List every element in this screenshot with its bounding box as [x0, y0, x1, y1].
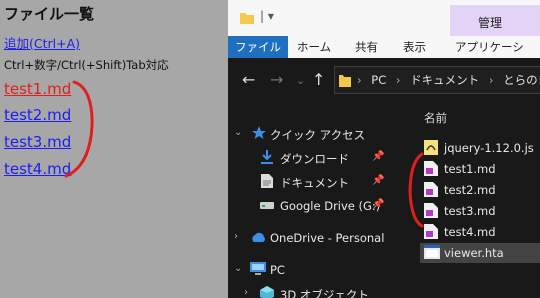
viewer-pane: ファイル一覧 追加(Ctrl+A) Ctrl+数字/Ctrl(+Shift)Ta… — [0, 0, 218, 298]
file-name: test3.md — [444, 204, 496, 218]
quick-access-toolbar[interactable]: | ▾ — [260, 9, 274, 23]
file-row-test1[interactable]: test1.md — [420, 159, 540, 179]
nav-item-documents[interactable]: ドキュメント 📌 — [228, 172, 408, 192]
file-name: test4.md — [444, 225, 496, 239]
page-title: ファイル一覧 — [4, 5, 95, 23]
drive-icon — [260, 202, 274, 209]
ribbon-tabs: ファイル ホーム 共有 表示 アプリケーション ツ — [228, 36, 540, 76]
chevron-right-icon[interactable]: › — [244, 287, 248, 298]
star-icon — [252, 126, 266, 139]
file-name: viewer.hta — [444, 246, 504, 260]
back-arrow-icon[interactable]: ← — [242, 70, 255, 89]
file-list: 名前 jquery-1.12.0.js test1.md test2.md te… — [416, 110, 540, 298]
nav-item-label: ダウンロード — [280, 152, 349, 166]
chevron-down-icon[interactable]: ⌄ — [234, 263, 242, 274]
file-row-jquery[interactable]: jquery-1.12.0.js — [420, 138, 540, 158]
nav-item-downloads[interactable]: ダウンロード 📌 — [228, 148, 408, 168]
breadcrumb-toranomaki[interactable]: とらのまき — [503, 73, 540, 87]
folder-icon — [240, 13, 254, 24]
title-bar: | ▾ 管理 — [228, 0, 540, 36]
file-name: test1.md — [444, 162, 496, 176]
shortcut-hint: Ctrl+数字/Ctrl(+Shift)Tab対応 — [4, 58, 169, 72]
breadcrumb-separator-icon: › — [488, 73, 494, 87]
nav-item-quick-access[interactable]: ⌄ クイック アクセス — [228, 124, 408, 144]
annotation-bracket-icon — [64, 80, 94, 178]
pin-icon[interactable]: 📌 — [372, 151, 384, 162]
nav-item-label: Google Drive (G:) — [280, 199, 381, 213]
annotation-bracket-icon — [408, 152, 424, 228]
file-row-test4[interactable]: test4.md — [420, 222, 540, 242]
document-icon — [261, 174, 273, 188]
add-file-link[interactable]: 追加(Ctrl+A) — [4, 33, 80, 52]
nav-item-label: ドキュメント — [280, 176, 349, 190]
breadcrumb-documents[interactable]: ドキュメント — [410, 73, 479, 87]
forward-arrow-icon[interactable]: → — [270, 70, 283, 89]
chevron-right-icon[interactable]: › — [234, 231, 238, 242]
file-name: jquery-1.12.0.js — [444, 141, 534, 155]
tab-view[interactable]: 表示 — [396, 36, 433, 58]
file-row-test2[interactable]: test2.md — [420, 180, 540, 200]
window-gap — [218, 0, 228, 298]
address-bar: ← → ⌄ ↑ › PC › ドキュメント › とらのまき — [228, 58, 540, 100]
breadcrumb[interactable]: › PC › ドキュメント › とらのまき — [334, 66, 540, 94]
navigation-pane: ⌄ クイック アクセス ダウンロード 📌 ドキュメント 📌 Google Dri… — [228, 110, 408, 298]
breadcrumb-separator-icon: › — [395, 73, 401, 87]
tab-manage-label: 管理 — [478, 16, 503, 30]
pc-icon — [250, 262, 266, 275]
column-header-name[interactable]: 名前 — [424, 110, 447, 126]
nav-item-google-drive[interactable]: Google Drive (G:) 📌 — [228, 196, 408, 216]
tab-home[interactable]: ホーム — [290, 36, 338, 58]
tab-application-tools[interactable]: アプリケーション ツ — [448, 36, 540, 76]
tab-share[interactable]: 共有 — [348, 36, 385, 58]
file-row-viewer-hta[interactable]: viewer.hta — [420, 243, 540, 263]
breadcrumb-pc[interactable]: PC — [371, 73, 386, 87]
cloud-icon — [252, 232, 265, 242]
tab-file[interactable]: ファイル — [228, 36, 288, 58]
tab-manage[interactable]: 管理 — [450, 5, 540, 36]
file-name: test2.md — [444, 183, 496, 197]
nav-item-label: PC — [270, 263, 285, 277]
file-explorer-window: | ▾ 管理 ファイル ホーム 共有 表示 アプリケーション ツ ← → ⌄ ↑… — [218, 0, 540, 298]
hta-file-icon — [424, 245, 440, 259]
nav-item-3d-objects[interactable]: › 3D オブジェクト — [228, 284, 408, 298]
cube-icon — [260, 286, 274, 298]
file-row-test3[interactable]: test3.md — [420, 201, 540, 221]
up-arrow-icon[interactable]: ↑ — [312, 70, 325, 89]
download-icon — [261, 150, 273, 164]
pin-icon[interactable]: 📌 — [372, 175, 384, 186]
nav-item-label: 3D オブジェクト — [280, 288, 369, 298]
path-folder-icon — [339, 75, 351, 87]
pin-icon[interactable]: 📌 — [372, 199, 384, 210]
nav-item-label: クイック アクセス — [270, 128, 366, 142]
breadcrumb-separator-icon: › — [357, 73, 362, 87]
nav-item-label: OneDrive - Personal — [270, 231, 385, 245]
chevron-down-icon[interactable]: ⌄ — [234, 127, 242, 138]
nav-item-onedrive[interactable]: › OneDrive - Personal — [228, 228, 408, 248]
recent-dropdown-icon[interactable]: ⌄ — [296, 74, 305, 87]
nav-item-pc[interactable]: ⌄ PC — [228, 260, 408, 280]
